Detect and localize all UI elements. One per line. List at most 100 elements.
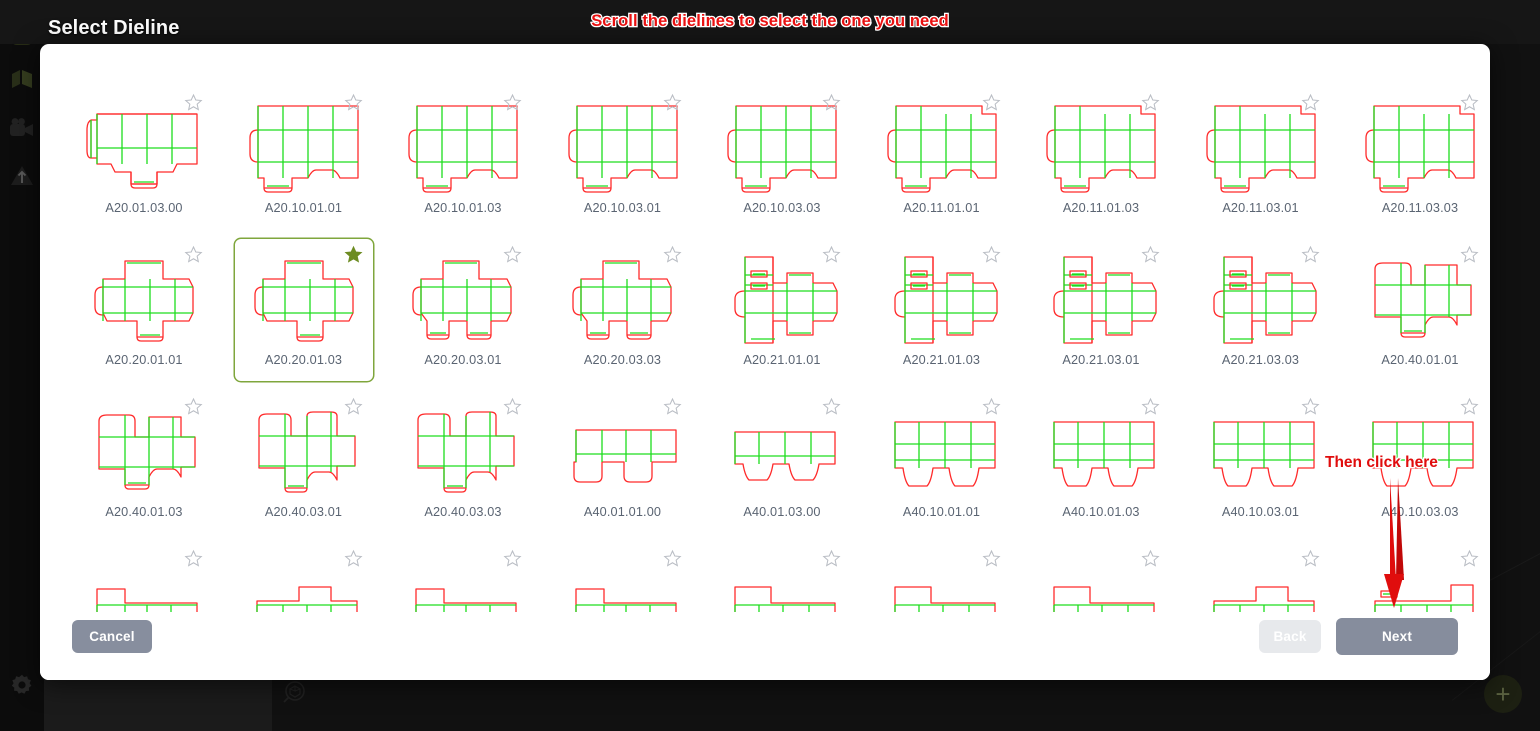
star-outline-icon[interactable] bbox=[503, 245, 522, 264]
add-object-button[interactable]: + bbox=[1484, 675, 1522, 713]
dieline-card[interactable]: A20.40.01.03 bbox=[74, 390, 214, 534]
dieline-card[interactable]: A20.01.03.00 bbox=[74, 86, 214, 230]
dieline-card[interactable]: A40.10.01.03 bbox=[1031, 390, 1171, 534]
dieline-card[interactable] bbox=[871, 542, 1012, 612]
dieline-label: A20.21.01.01 bbox=[743, 353, 821, 367]
dieline-card[interactable] bbox=[393, 542, 533, 612]
star-outline-icon[interactable] bbox=[1460, 549, 1479, 568]
star-outline-icon[interactable] bbox=[822, 397, 841, 416]
dieline-card[interactable] bbox=[1350, 542, 1490, 612]
star-outline-icon[interactable] bbox=[822, 549, 841, 568]
dieline-card[interactable] bbox=[74, 542, 214, 612]
dieline-card[interactable]: A20.10.01.03 bbox=[393, 86, 533, 230]
star-outline-icon[interactable] bbox=[982, 397, 1001, 416]
view-3d-search-icon[interactable] bbox=[282, 679, 312, 709]
camera-icon[interactable] bbox=[2, 104, 42, 152]
dieline-card[interactable]: A40.10.03.01 bbox=[1190, 390, 1331, 534]
dieline-card[interactable]: A20.21.01.03 bbox=[871, 238, 1012, 382]
dieline-thumbnail bbox=[719, 251, 845, 349]
dieline-card[interactable] bbox=[1190, 542, 1331, 612]
dieline-card[interactable]: A20.21.01.01 bbox=[712, 238, 852, 382]
dieline-thumbnail bbox=[879, 403, 1005, 501]
star-outline-icon[interactable] bbox=[184, 397, 203, 416]
dieline-label: A40.10.01.03 bbox=[1062, 505, 1140, 519]
star-outline-icon[interactable] bbox=[503, 397, 522, 416]
upload-icon[interactable] bbox=[2, 152, 42, 200]
dieline-card[interactable]: A20.11.03.03 bbox=[1350, 86, 1490, 230]
dieline-card[interactable] bbox=[712, 542, 852, 612]
settings-gear-icon[interactable] bbox=[2, 661, 42, 709]
dieline-label: A20.40.01.03 bbox=[105, 505, 183, 519]
dieline-label: A20.20.03.01 bbox=[424, 353, 502, 367]
star-outline-icon[interactable] bbox=[663, 93, 682, 112]
dieline-card[interactable]: A20.40.01.01 bbox=[1350, 238, 1490, 382]
cancel-button[interactable]: Cancel bbox=[72, 620, 152, 653]
dieline-thumbnail bbox=[719, 403, 845, 501]
star-outline-icon[interactable] bbox=[1141, 549, 1160, 568]
star-outline-icon[interactable] bbox=[344, 549, 363, 568]
star-outline-icon[interactable] bbox=[982, 93, 1001, 112]
dieline-thumbnail bbox=[560, 403, 686, 501]
dieline-thumbnail bbox=[81, 403, 207, 501]
dieline-label: A20.10.03.03 bbox=[743, 201, 821, 215]
box-model-icon[interactable] bbox=[2, 56, 42, 104]
star-outline-icon[interactable] bbox=[663, 245, 682, 264]
star-outline-icon[interactable] bbox=[503, 549, 522, 568]
dieline-label: A20.40.03.03 bbox=[424, 505, 502, 519]
star-outline-icon[interactable] bbox=[184, 549, 203, 568]
dieline-card[interactable] bbox=[233, 542, 374, 612]
star-filled-icon[interactable] bbox=[344, 245, 363, 264]
star-outline-icon[interactable] bbox=[1141, 397, 1160, 416]
dieline-card[interactable]: A20.20.03.01 bbox=[393, 238, 533, 382]
dieline-card[interactable]: A20.20.01.01 bbox=[74, 238, 214, 382]
dieline-thumbnail bbox=[400, 403, 526, 501]
star-outline-icon[interactable] bbox=[344, 93, 363, 112]
annotation-click-hint: Then click here bbox=[1324, 453, 1439, 473]
next-button[interactable]: Next bbox=[1336, 618, 1458, 655]
dieline-card[interactable]: A40.01.01.00 bbox=[552, 390, 693, 534]
star-outline-icon[interactable] bbox=[1301, 549, 1320, 568]
plus-icon: + bbox=[1495, 679, 1511, 709]
dieline-card[interactable]: A20.10.03.01 bbox=[552, 86, 693, 230]
star-outline-icon[interactable] bbox=[1301, 397, 1320, 416]
star-outline-icon[interactable] bbox=[1301, 245, 1320, 264]
star-outline-icon[interactable] bbox=[982, 245, 1001, 264]
star-outline-icon[interactable] bbox=[1460, 93, 1479, 112]
star-outline-icon[interactable] bbox=[184, 93, 203, 112]
star-outline-icon[interactable] bbox=[1301, 93, 1320, 112]
dieline-card[interactable]: A40.10.01.01 bbox=[871, 390, 1012, 534]
star-outline-icon[interactable] bbox=[1141, 245, 1160, 264]
dieline-card[interactable] bbox=[552, 542, 693, 612]
star-outline-icon[interactable] bbox=[184, 245, 203, 264]
star-outline-icon[interactable] bbox=[344, 397, 363, 416]
star-outline-icon[interactable] bbox=[663, 397, 682, 416]
dieline-card[interactable]: A20.20.01.03 bbox=[233, 238, 374, 382]
star-outline-icon[interactable] bbox=[982, 549, 1001, 568]
dieline-card[interactable]: A20.40.03.03 bbox=[393, 390, 533, 534]
star-outline-icon[interactable] bbox=[1460, 397, 1479, 416]
dieline-label: A20.11.03.03 bbox=[1381, 201, 1459, 215]
star-outline-icon[interactable] bbox=[663, 549, 682, 568]
dieline-card[interactable]: A20.11.03.01 bbox=[1190, 86, 1331, 230]
star-outline-icon[interactable] bbox=[822, 245, 841, 264]
dieline-card[interactable]: A20.21.03.03 bbox=[1190, 238, 1331, 382]
star-outline-icon[interactable] bbox=[822, 93, 841, 112]
dieline-card[interactable]: A20.11.01.01 bbox=[871, 86, 1012, 230]
dieline-card[interactable] bbox=[1031, 542, 1171, 612]
dieline-card[interactable]: A20.10.03.03 bbox=[712, 86, 852, 230]
star-outline-icon[interactable] bbox=[503, 93, 522, 112]
dieline-card[interactable]: A20.40.03.01 bbox=[233, 390, 374, 534]
dieline-label: A20.21.03.03 bbox=[1221, 353, 1300, 367]
star-outline-icon[interactable] bbox=[1141, 93, 1160, 112]
dieline-label: A20.11.01.03 bbox=[1062, 201, 1140, 215]
dieline-card[interactable]: A20.11.01.03 bbox=[1031, 86, 1171, 230]
dieline-thumbnail bbox=[1038, 251, 1164, 349]
dieline-scroll-area[interactable]: A20.01.03.00 A20.10.01.01 A20.10.01.03 A20.… bbox=[40, 44, 1490, 612]
star-outline-icon[interactable] bbox=[1460, 245, 1479, 264]
dieline-card[interactable]: A20.10.01.01 bbox=[233, 86, 374, 230]
dieline-card[interactable]: A40.01.03.00 bbox=[712, 390, 852, 534]
dieline-card[interactable]: A20.21.03.01 bbox=[1031, 238, 1171, 382]
dieline-card[interactable]: A20.20.03.03 bbox=[552, 238, 693, 382]
dieline-thumbnail bbox=[879, 251, 1005, 349]
dieline-label: A20.21.03.01 bbox=[1062, 353, 1140, 367]
